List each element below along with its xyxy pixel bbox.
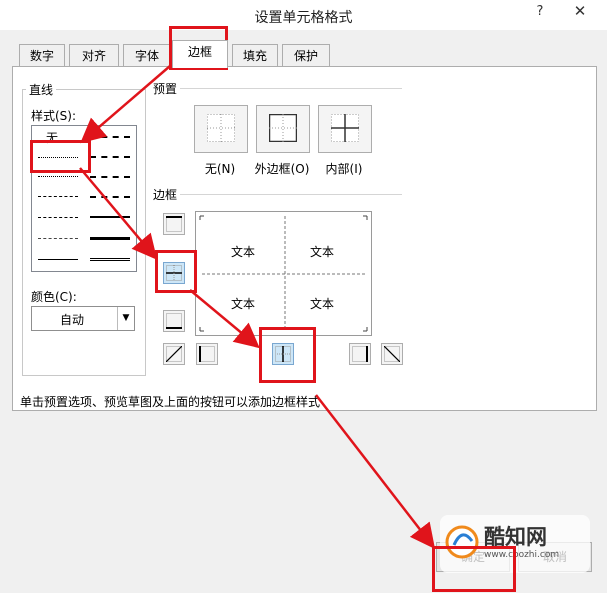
- border-preview[interactable]: 文本 文本 文本 文本: [195, 211, 372, 336]
- line-style-medium-dash-dot[interactable]: [90, 176, 130, 178]
- border-left-button[interactable]: [196, 343, 218, 365]
- preset-inside-button[interactable]: [318, 105, 372, 153]
- line-style-dash-dot[interactable]: [38, 217, 78, 218]
- arrow-hint-to-ok: [315, 394, 436, 549]
- line-style-dotted[interactable]: [38, 176, 78, 177]
- border-right-icon: [352, 346, 368, 362]
- style-label: 样式(S):: [28, 107, 80, 124]
- line-style-medium-dashed[interactable]: [90, 196, 130, 198]
- title-bar: 设置单元格格式 ? ✕: [0, 0, 607, 30]
- color-label: 颜色(C):: [28, 288, 80, 305]
- preview-grid-lines: [199, 215, 368, 332]
- border-top-button[interactable]: [163, 213, 185, 235]
- annotation-box-inside-vertical: [259, 327, 316, 383]
- border-top-icon: [166, 216, 182, 232]
- preset-inside-label: 内部(I): [325, 162, 363, 176]
- line-style-medium-dash-dot-dot[interactable]: [90, 136, 130, 138]
- presets-separator: [180, 88, 402, 89]
- preset-none-label: 无(N): [204, 162, 236, 176]
- close-button[interactable]: ✕: [560, 2, 600, 24]
- line-style-dash-dot-dot[interactable]: [38, 196, 78, 197]
- annotation-box-line-style: [30, 140, 91, 173]
- border-separator: [180, 194, 402, 195]
- preset-none-button[interactable]: [194, 105, 248, 153]
- border-diagonal-up-button[interactable]: [163, 343, 185, 365]
- hint-text: 单击预置选项、预览草图及上面的按钮可以添加边框样式: [20, 395, 321, 409]
- tab-number[interactable]: 数字: [19, 44, 65, 67]
- tab-font[interactable]: 字体: [123, 44, 171, 67]
- preset-outline-button[interactable]: [256, 105, 310, 153]
- color-select[interactable]: 自动 ▼: [31, 306, 135, 331]
- line-style-dashed[interactable]: [38, 238, 78, 239]
- border-right-button[interactable]: [349, 343, 371, 365]
- border-bottom-icon: [166, 313, 182, 329]
- line-style-slant-dash-dot[interactable]: [90, 156, 130, 158]
- annotation-box-ok-button: [432, 546, 516, 592]
- line-style-thick[interactable]: [90, 237, 130, 240]
- preview-text-bottom-right: 文本: [309, 297, 334, 311]
- preset-none-icon: [207, 114, 235, 142]
- border-bottom-button[interactable]: [163, 310, 185, 332]
- line-group-title: 直线: [26, 81, 57, 98]
- preview-text-top-right: 文本: [309, 245, 334, 259]
- tab-fill[interactable]: 填充: [232, 44, 278, 67]
- border-left-icon: [199, 346, 215, 362]
- chevron-down-icon[interactable]: ▼: [117, 307, 134, 330]
- tab-alignment[interactable]: 对齐: [69, 44, 119, 67]
- color-select-value: 自动: [59, 313, 84, 327]
- line-style-medium[interactable]: [90, 216, 130, 218]
- border-title: 边框: [150, 186, 181, 203]
- line-style-double[interactable]: [90, 258, 130, 261]
- preset-outline-icon: [268, 113, 298, 143]
- line-style-thin[interactable]: [38, 259, 78, 260]
- preview-text-top-left: 文本: [230, 245, 255, 259]
- presets-title: 预置: [150, 80, 181, 97]
- annotation-box-inside-horizontal: [155, 250, 197, 293]
- tab-protection[interactable]: 保护: [282, 44, 330, 67]
- dialog-title: 设置单元格格式: [254, 10, 353, 26]
- help-button[interactable]: ?: [528, 4, 552, 24]
- border-diagonal-down-button[interactable]: [381, 343, 403, 365]
- tab-border[interactable]: 边框: [172, 40, 228, 68]
- border-diagonal-down-icon: [384, 346, 400, 362]
- preset-inside-icon: [331, 114, 359, 142]
- border-diagonal-up-icon: [166, 346, 182, 362]
- preview-text-bottom-left: 文本: [230, 297, 255, 311]
- preset-outline-label: 外边框(O): [254, 162, 310, 176]
